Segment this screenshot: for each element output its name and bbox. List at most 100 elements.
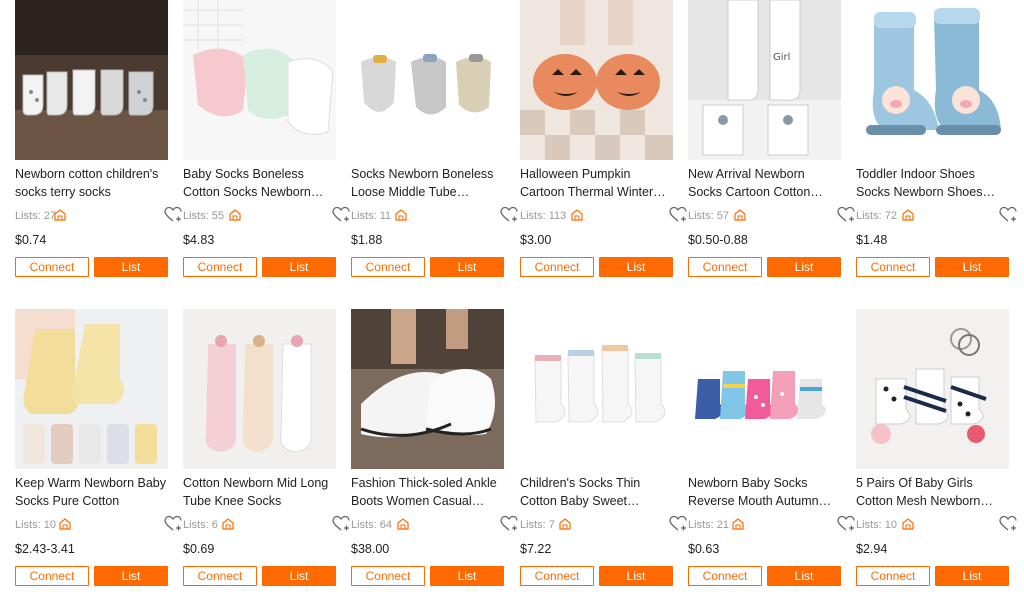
product-card[interactable]: Socks Newborn Boneless Loose Middle Tube…	[351, 0, 518, 277]
connect-button[interactable]: Connect	[15, 257, 89, 277]
product-image[interactable]	[856, 309, 1009, 469]
product-price: $2.43-3.41	[15, 542, 75, 556]
product-meta: Lists: 6	[183, 515, 350, 537]
connect-button[interactable]: Connect	[520, 566, 594, 586]
connect-button[interactable]: Connect	[520, 257, 594, 277]
connect-button[interactable]: Connect	[183, 566, 257, 586]
product-price: $38.00	[351, 542, 390, 556]
connect-button[interactable]: Connect	[351, 566, 425, 586]
list-button[interactable]: List	[430, 566, 504, 586]
list-button[interactable]: List	[935, 566, 1009, 586]
product-image[interactable]: Girl	[688, 0, 841, 160]
add-to-wishlist-icon[interactable]	[837, 515, 855, 533]
product-image[interactable]	[15, 0, 168, 160]
product-title[interactable]: Keep Warm Newborn Baby Socks Pure Cotton	[15, 475, 168, 511]
product-image[interactable]	[15, 309, 168, 469]
product-title[interactable]: Fashion Thick-soled Ankle Boots Women Ca…	[351, 475, 504, 511]
product-card[interactable]: Children's Socks Thin Cotton Baby Sweet …	[520, 309, 687, 586]
product-card[interactable]: Girl New Arrival Newborn Socks Cartoon C…	[688, 0, 855, 277]
product-title[interactable]: Toddler Indoor Shoes Socks Newborn Shoes…	[856, 166, 1009, 202]
store-icon	[571, 209, 583, 221]
product-meta: Lists: 72	[856, 206, 1017, 228]
product-meta: Lists: 57	[688, 206, 855, 228]
product-meta: Lists: 27	[15, 206, 182, 228]
product-title[interactable]: Baby Socks Boneless Cotton Socks Newborn…	[183, 166, 336, 202]
connect-button[interactable]: Connect	[856, 257, 930, 277]
lists-count: Lists: 10	[856, 519, 897, 531]
product-meta: Lists: 113	[520, 206, 687, 228]
product-title[interactable]: Halloween Pumpkin Cartoon Thermal Winter…	[520, 166, 673, 202]
product-title[interactable]: Newborn Baby Socks Reverse Mouth Autumn …	[688, 475, 841, 511]
add-to-wishlist-icon[interactable]	[332, 206, 350, 224]
lists-count: Lists: 64	[351, 519, 392, 531]
product-title[interactable]: Socks Newborn Boneless Loose Middle Tube…	[351, 166, 504, 202]
add-to-wishlist-icon[interactable]	[669, 206, 687, 224]
product-image[interactable]	[520, 0, 673, 160]
product-image[interactable]	[688, 309, 841, 469]
list-button[interactable]: List	[767, 566, 841, 586]
product-card[interactable]: 5 Pairs Of Baby Girls Cotton Mesh Newbor…	[856, 309, 1017, 586]
list-button[interactable]: List	[599, 566, 673, 586]
product-title[interactable]: Cotton Newborn Mid Long Tube Knee Socks	[183, 475, 336, 511]
add-to-wishlist-icon[interactable]	[999, 206, 1017, 224]
lists-count: Lists: 7	[520, 519, 555, 531]
product-title[interactable]: 5 Pairs Of Baby Girls Cotton Mesh Newbor…	[856, 475, 1009, 511]
add-to-wishlist-icon[interactable]	[164, 515, 182, 533]
connect-button[interactable]: Connect	[688, 566, 762, 586]
store-icon	[902, 209, 914, 221]
list-button[interactable]: List	[262, 566, 336, 586]
add-to-wishlist-icon[interactable]	[669, 515, 687, 533]
product-meta: Lists: 21	[688, 515, 855, 537]
product-photo	[15, 0, 168, 160]
add-to-wishlist-icon[interactable]	[164, 206, 182, 224]
product-card[interactable]: Baby Socks Boneless Cotton Socks Newborn…	[183, 0, 350, 277]
list-button[interactable]: List	[94, 566, 168, 586]
store-icon	[397, 518, 409, 530]
product-actions: Connect List	[688, 566, 841, 586]
product-meta: Lists: 11	[351, 206, 518, 228]
store-icon	[902, 518, 914, 530]
product-card[interactable]: Halloween Pumpkin Cartoon Thermal Winter…	[520, 0, 687, 277]
product-price: $2.94	[856, 542, 888, 556]
add-to-wishlist-icon[interactable]	[837, 206, 855, 224]
product-card[interactable]: Toddler Indoor Shoes Socks Newborn Shoes…	[856, 0, 1017, 277]
list-button[interactable]: List	[599, 257, 673, 277]
connect-button[interactable]: Connect	[688, 257, 762, 277]
connect-button[interactable]: Connect	[183, 257, 257, 277]
product-title[interactable]: Children's Socks Thin Cotton Baby Sweet …	[520, 475, 673, 511]
product-card[interactable]: Newborn Baby Socks Reverse Mouth Autumn …	[688, 309, 855, 586]
product-card[interactable]: Cotton Newborn Mid Long Tube Knee Socks …	[183, 309, 350, 586]
list-button[interactable]: List	[94, 257, 168, 277]
product-image[interactable]	[183, 309, 336, 469]
product-card[interactable]: Fashion Thick-soled Ankle Boots Women Ca…	[351, 309, 518, 586]
product-actions: Connect List	[351, 566, 504, 586]
add-to-wishlist-icon[interactable]	[999, 515, 1017, 533]
connect-button[interactable]: Connect	[351, 257, 425, 277]
store-icon	[229, 209, 241, 221]
product-actions: Connect List	[520, 257, 673, 277]
list-button[interactable]: List	[430, 257, 504, 277]
product-photo	[351, 0, 504, 160]
list-button[interactable]: List	[262, 257, 336, 277]
product-price: $0.63	[688, 542, 720, 556]
product-title[interactable]: New Arrival Newborn Socks Cartoon Cotton…	[688, 166, 841, 202]
list-button[interactable]: List	[935, 257, 1009, 277]
product-card[interactable]: Keep Warm Newborn Baby Socks Pure Cotton…	[15, 309, 182, 586]
product-actions: Connect List	[15, 257, 168, 277]
product-image[interactable]	[183, 0, 336, 160]
connect-button[interactable]: Connect	[856, 566, 930, 586]
add-to-wishlist-icon[interactable]	[500, 515, 518, 533]
product-image[interactable]	[351, 309, 504, 469]
product-image[interactable]	[351, 0, 504, 160]
product-price: $3.00	[520, 233, 552, 247]
product-image[interactable]	[520, 309, 673, 469]
product-title[interactable]: Newborn cotton children's socks terry so…	[15, 166, 168, 202]
product-price: $0.50-0.88	[688, 233, 748, 247]
list-button[interactable]: List	[767, 257, 841, 277]
add-to-wishlist-icon[interactable]	[332, 515, 350, 533]
product-image[interactable]	[856, 0, 1009, 160]
product-card[interactable]: Newborn cotton children's socks terry so…	[15, 0, 182, 277]
connect-button[interactable]: Connect	[15, 566, 89, 586]
add-to-wishlist-icon[interactable]	[500, 206, 518, 224]
store-icon	[222, 518, 234, 530]
